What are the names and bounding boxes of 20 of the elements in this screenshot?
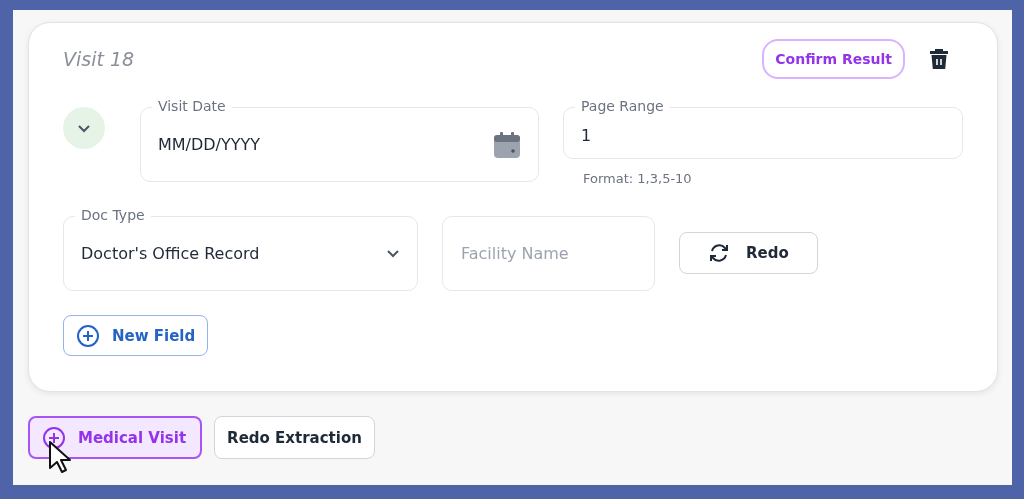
cursor-icon xyxy=(48,440,74,474)
caret-icon xyxy=(386,248,400,258)
new-field-button[interactable]: New Field xyxy=(63,315,209,356)
facility-name-field[interactable]: Facility Name xyxy=(442,215,655,291)
redo-extraction-button[interactable]: Redo Extraction xyxy=(214,416,375,459)
confirm-result-button[interactable]: Confirm Result xyxy=(762,39,905,79)
visit-date-field[interactable]: Visit Date MM/DD/YYYY xyxy=(139,97,539,182)
medical-visit-button[interactable]: Medical Visit xyxy=(28,416,203,459)
refresh-icon xyxy=(708,243,730,263)
collapse-toggle[interactable] xyxy=(63,107,105,149)
format-hint: Format: 1,3,5-10 xyxy=(582,171,693,186)
plus-circle-icon xyxy=(76,323,100,348)
chevron-down-icon xyxy=(76,123,91,133)
doc-type-select[interactable]: Doc Type Doctor's Office Record xyxy=(63,205,418,291)
page-range-field[interactable]: Page Range 1 xyxy=(563,97,963,159)
visit-title: Visit 18 xyxy=(63,48,136,70)
calendar-icon[interactable] xyxy=(493,130,521,159)
plus-circle-icon xyxy=(42,425,66,450)
redo-button[interactable]: Redo xyxy=(679,232,818,274)
trash-icon[interactable] xyxy=(929,48,949,70)
